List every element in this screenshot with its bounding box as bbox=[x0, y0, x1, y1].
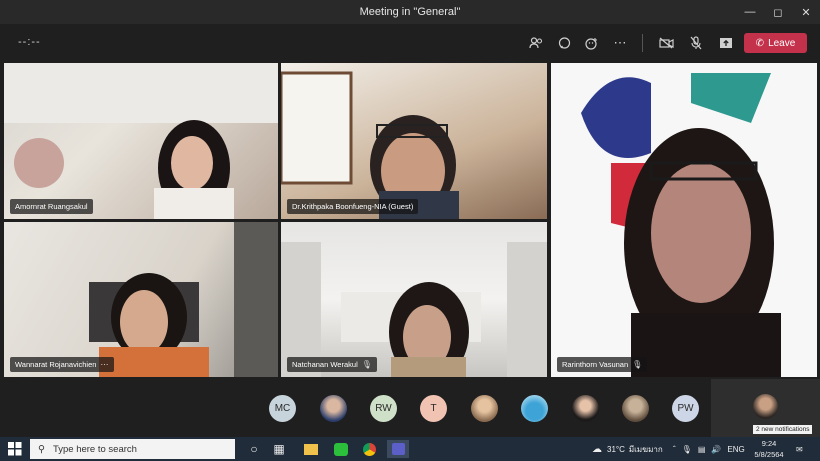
title-bar: Meeting in "General" — ◻ ✕ bbox=[0, 0, 820, 24]
participants-icon[interactable] bbox=[524, 32, 548, 54]
close-icon[interactable]: ✕ bbox=[792, 0, 820, 24]
task-view-icon[interactable]: ○ bbox=[243, 440, 265, 458]
line-app-icon[interactable] bbox=[330, 440, 352, 458]
window-title: Meeting in "General" bbox=[359, 6, 461, 18]
avatar-rw[interactable]: RW bbox=[370, 395, 397, 422]
meeting-toolbar: --:-- ⋯ ✆ Leave bbox=[0, 24, 820, 62]
network-icon[interactable]: ▤ bbox=[698, 445, 706, 454]
share-screen-icon[interactable] bbox=[714, 32, 738, 54]
notification-banner[interactable]: 2 new notifications bbox=[753, 425, 813, 434]
leave-label: Leave bbox=[768, 37, 796, 49]
more-icon[interactable]: ⋯ bbox=[100, 360, 109, 369]
chrome-icon[interactable] bbox=[358, 440, 380, 458]
participant-nameplate: Amornrat Ruangsakul bbox=[10, 199, 93, 214]
video-tile-5[interactable]: Natchanan Werakul 🎙 bbox=[281, 222, 547, 377]
toolbar-divider bbox=[642, 34, 643, 52]
clock-date: 5/8/2564 bbox=[754, 450, 784, 459]
search-icon: ⚲ bbox=[38, 443, 45, 455]
phone-icon: ✆ bbox=[755, 37, 765, 49]
participant-nameplate: Wannarat Rojanavichien ⋯ bbox=[10, 357, 115, 372]
language-indicator[interactable]: ENG bbox=[727, 445, 744, 454]
avatar-mc[interactable]: MC bbox=[269, 395, 296, 422]
teams-icon[interactable] bbox=[387, 440, 409, 458]
notification-center-icon[interactable]: ✉ bbox=[796, 437, 803, 461]
microphone-icon[interactable]: 🎙 bbox=[682, 445, 692, 454]
taskbar-search[interactable]: ⚲ Type here to search bbox=[30, 439, 235, 459]
avatar-pw[interactable]: PW bbox=[672, 395, 699, 422]
maximize-icon[interactable]: ◻ bbox=[764, 0, 792, 24]
windows-start-icon[interactable] bbox=[8, 442, 22, 456]
volume-icon[interactable]: 🔊 bbox=[711, 445, 721, 454]
taskbar-clock[interactable]: 9:24 5/8/2564 bbox=[750, 438, 788, 460]
self-avatar bbox=[753, 394, 778, 419]
video-tile-2[interactable]: Dr.Krithpaka Boonfueng-NIA (Guest) bbox=[281, 63, 547, 219]
chat-icon[interactable] bbox=[552, 32, 576, 54]
avatar-photo[interactable] bbox=[320, 395, 347, 422]
avatar-photo[interactable] bbox=[521, 395, 548, 422]
minimize-icon[interactable]: — bbox=[736, 0, 764, 24]
more-options-icon[interactable]: ⋯ bbox=[608, 32, 632, 54]
video-tile-4[interactable]: Wannarat Rojanavichien ⋯ bbox=[4, 222, 278, 377]
search-placeholder: Type here to search bbox=[52, 443, 137, 455]
mic-muted-icon: 🎙 bbox=[361, 360, 372, 369]
avatar-photo[interactable] bbox=[471, 395, 498, 422]
participant-nameplate: Dr.Krithpaka Boonfueng-NIA (Guest) bbox=[287, 199, 419, 214]
participant-nameplate: Rarinthorn Vasunan 🎙 bbox=[557, 357, 648, 372]
avatar-photo[interactable] bbox=[622, 395, 649, 422]
video-tile-1[interactable]: Amornrat Ruangsakul bbox=[4, 63, 278, 219]
participant-nameplate: Natchanan Werakul 🎙 bbox=[287, 357, 377, 372]
weather-temp: 31°C bbox=[607, 444, 625, 454]
chevron-up-icon[interactable]: ˆ bbox=[673, 445, 676, 454]
avatar-photo[interactable] bbox=[572, 395, 599, 422]
weather-description: มีเมฆมาก bbox=[628, 444, 663, 454]
widgets-icon[interactable]: ▦ bbox=[268, 440, 290, 458]
windows-taskbar: ⚲ Type here to search ○ ▦ ☁ 31°C มีเมฆมา… bbox=[0, 437, 820, 461]
weather-icon: ☁ bbox=[592, 443, 602, 455]
mic-muted-icon: 🎙 bbox=[632, 360, 643, 369]
mic-off-icon[interactable] bbox=[684, 32, 708, 54]
meeting-timer: --:-- bbox=[18, 36, 41, 48]
file-explorer-icon[interactable] bbox=[300, 440, 322, 458]
avatar-t[interactable]: T bbox=[420, 395, 447, 422]
video-tile-3[interactable]: Rarinthorn Vasunan 🎙 bbox=[551, 63, 817, 377]
camera-off-icon[interactable] bbox=[654, 32, 678, 54]
reactions-icon[interactable] bbox=[580, 32, 604, 54]
clock-time: 9:24 bbox=[761, 439, 777, 448]
leave-button[interactable]: ✆ Leave bbox=[744, 33, 807, 53]
